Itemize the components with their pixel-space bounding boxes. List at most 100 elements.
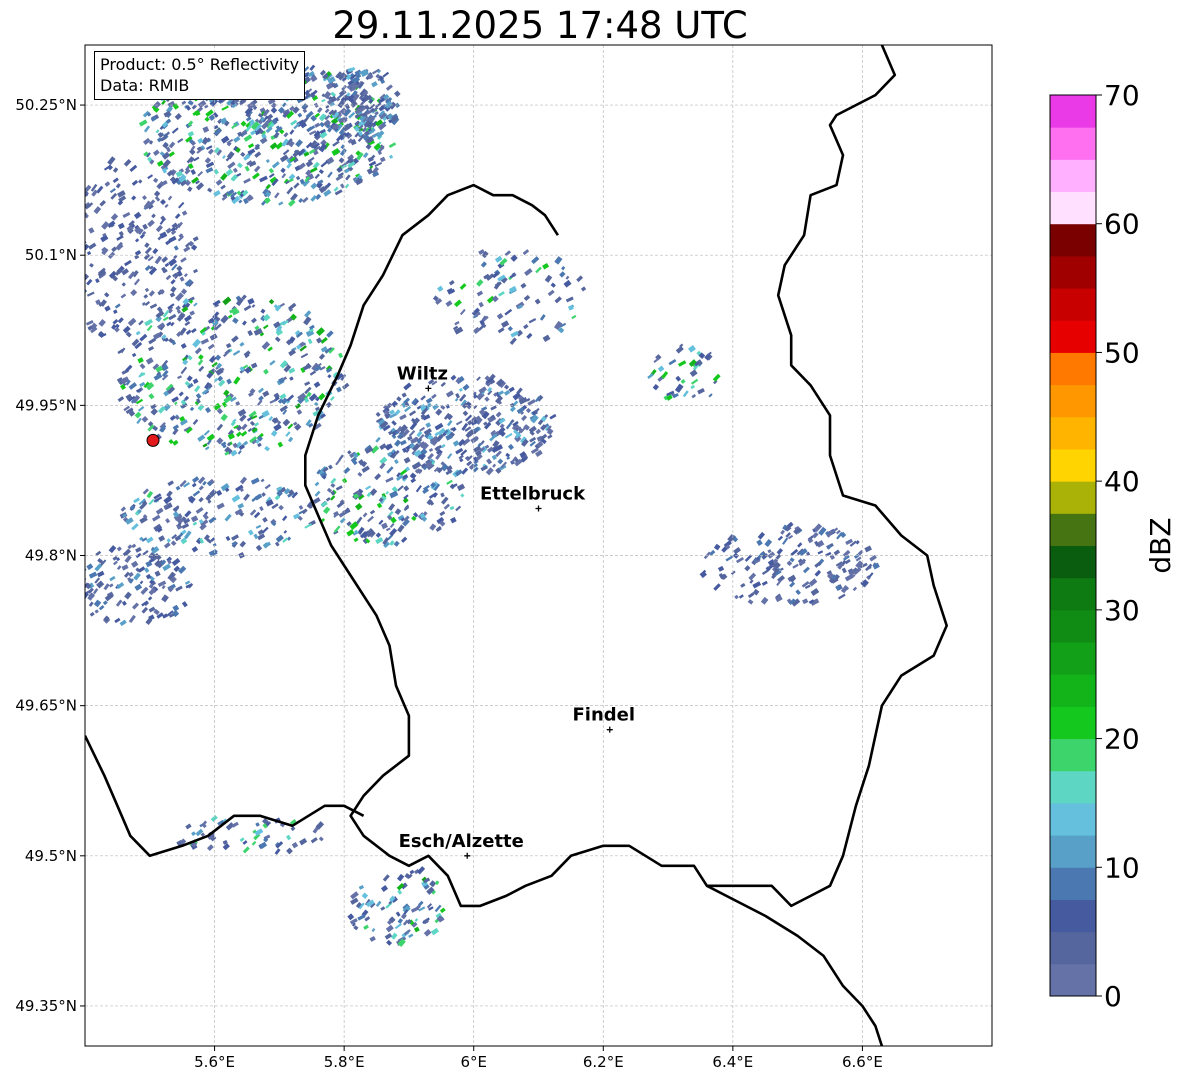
- city-label: Wiltz: [397, 363, 448, 384]
- echo-cell: [253, 422, 260, 427]
- echo-cell: [287, 423, 294, 430]
- echo-cell: [172, 439, 179, 446]
- echo-cell: [263, 324, 269, 330]
- echo-cell: [462, 410, 469, 417]
- echo-cell: [404, 872, 411, 880]
- echo-cell: [380, 906, 386, 911]
- echo-cell: [410, 477, 417, 484]
- echo-cell: [139, 363, 146, 370]
- echo-cell: [571, 314, 577, 320]
- echo-cell: [198, 354, 204, 360]
- echo-cell: [153, 190, 161, 197]
- echo-cell: [197, 434, 206, 442]
- echo-cell: [146, 324, 153, 332]
- colorbar-bin: [1050, 867, 1096, 900]
- echo-cell: [244, 165, 250, 172]
- echo-cell: [191, 546, 199, 553]
- echo-cell: [325, 497, 331, 502]
- echo-cell: [168, 313, 177, 321]
- echo-cell: [239, 540, 247, 548]
- colorbar-bin: [1050, 835, 1096, 868]
- echo-cell: [339, 517, 346, 524]
- echo-cell: [535, 266, 542, 274]
- echo-cell: [111, 246, 118, 253]
- echo-cell: [680, 379, 686, 384]
- echo-cell: [141, 195, 147, 201]
- echo-cell: [198, 365, 205, 372]
- echo-cell: [379, 443, 387, 451]
- echo-cell: [744, 565, 751, 572]
- echo-cell: [121, 282, 126, 287]
- echo-cell: [314, 481, 320, 487]
- echo-cell: [713, 543, 721, 551]
- echo-cell: [554, 296, 562, 304]
- echo-cell: [112, 177, 119, 184]
- echo-cell: [425, 422, 432, 428]
- echo-cell: [141, 301, 146, 306]
- echo-cell: [451, 426, 457, 432]
- echo-cell: [539, 314, 546, 321]
- echo-cell: [379, 156, 386, 163]
- echo-cell: [535, 428, 542, 435]
- echo-cell: [389, 523, 395, 528]
- echo-cell: [409, 472, 417, 480]
- echo-cell: [380, 885, 389, 893]
- echo-cell: [423, 929, 432, 937]
- echo-cell: [792, 563, 799, 569]
- echo-cell: [504, 432, 513, 439]
- echo-cell: [198, 497, 204, 503]
- echo-cell: [239, 837, 245, 843]
- echo-cell: [253, 511, 261, 519]
- echo-cell: [530, 414, 539, 424]
- echo-cell: [549, 413, 557, 420]
- radar-map: WiltzEttelbruckFindelEsch/Alzette 5.6°E 5…: [15, 44, 1177, 1071]
- echo-cell: [399, 413, 407, 421]
- echo-cell: [283, 132, 289, 138]
- echo-cell: [148, 393, 155, 400]
- echo-cell: [523, 324, 529, 330]
- echo-cell: [189, 310, 195, 316]
- echo-cell: [260, 308, 266, 314]
- echo-cell: [122, 325, 131, 334]
- echo-cell: [326, 330, 334, 338]
- echo-cell: [135, 330, 141, 336]
- echo-cell: [93, 206, 102, 215]
- echo-cell: [367, 515, 374, 523]
- echo-cell: [504, 308, 513, 316]
- echo-cell: [191, 831, 196, 836]
- echo-cell: [115, 183, 121, 189]
- echo-cell: [842, 549, 851, 558]
- echo-cell: [314, 122, 321, 128]
- echo-cell: [375, 436, 381, 443]
- echo-cell: [369, 936, 376, 942]
- colorbar-bin: [1050, 609, 1096, 643]
- colorbar-tick-label: 0: [1104, 980, 1122, 1013]
- echo-cell: [402, 497, 409, 504]
- lon-tick-label: 6.4°E: [712, 1053, 753, 1071]
- echo-cell: [381, 522, 389, 530]
- echo-cell: [657, 365, 665, 373]
- echo-cell: [97, 331, 105, 338]
- colorbar-bin: [1050, 127, 1096, 160]
- echo-cell: [192, 378, 199, 384]
- echo-cell: [174, 213, 181, 220]
- echo-cell: [134, 583, 143, 591]
- echo-cell: [347, 913, 355, 921]
- echo-cell: [318, 836, 324, 842]
- echo-cell: [96, 570, 105, 578]
- echo-cell: [110, 192, 118, 200]
- echo-cell: [301, 508, 308, 515]
- echo-cell: [88, 227, 95, 234]
- echo-cell: [88, 242, 97, 250]
- echo-cell: [278, 201, 284, 206]
- echo-cell: [255, 822, 260, 827]
- echo-cell: [163, 542, 171, 549]
- echo-cell: [173, 245, 179, 251]
- echo-cell: [288, 349, 297, 357]
- echo-cell: [237, 450, 242, 455]
- echo-cell: [220, 172, 228, 181]
- echo-cell: [764, 539, 773, 548]
- echo-cell: [239, 341, 245, 347]
- echo-cell: [679, 343, 684, 348]
- lat-tick-label: 49.35°N: [15, 997, 77, 1015]
